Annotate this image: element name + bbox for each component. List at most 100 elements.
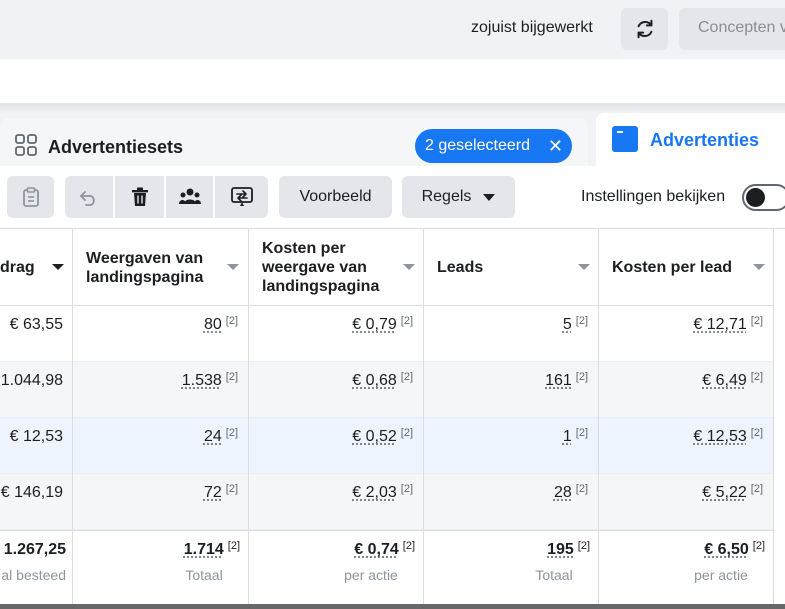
totals-row: 1.267,25 al besteed 1.714 [2] Totaal € 0,74 [2… [0,530,785,605]
column-divider [248,229,249,605]
footnote-marker: [2] [225,483,238,495]
data-table: € 63,55 80 [2] € 0,79 [2] 5 [2] € 12,71 [2] 1.044… [0,228,785,605]
selected-count-pill[interactable]: 2 geselecteerd ✕ [415,129,572,163]
ads-icon [612,126,638,152]
footnote-marker: [2] [575,315,588,327]
cell-cost-per-view[interactable]: € 0,79 [2] [352,315,413,334]
total-cost-per-lead[interactable]: € 6,50 [2] [704,540,765,559]
footnote-marker: [2] [577,540,590,552]
sort-caret-icon[interactable] [578,264,590,270]
cell-cost-per-view-value: € 2,03 [352,484,397,501]
toolbar: Voorbeeld Regels Instellingen bekijken [0,166,785,228]
cell-cost-per-view[interactable]: € 0,68 [2] [352,371,413,390]
refresh-button[interactable] [621,8,668,50]
cell-cost-per-view[interactable]: € 0,52 [2] [352,427,413,446]
cell-landing-views-value: 1.538 [181,372,222,389]
cell-leads-value: 5 [562,316,572,333]
selected-count-label: 2 geselecteerd [425,137,530,154]
col-header-cost-per-lead[interactable]: Kosten per lead [612,229,762,306]
col-header-amount[interactable]: drag [0,229,72,306]
cell-leads[interactable]: 5 [2] [563,315,588,334]
divider [0,103,785,113]
column-divider [598,229,599,605]
table-row[interactable]: € 12,53 24 [2] € 0,52 [2] 1 [2] € 12,53 [2] [0,418,785,474]
cell-landing-views[interactable]: 24 [2] [204,427,238,446]
total-amount: 1.267,25 [3,541,66,558]
total-leads-value: 195 [547,541,574,558]
duplicate-button[interactable] [7,176,54,218]
bottom-scrollbar[interactable] [0,604,785,609]
total-cost-per-view[interactable]: € 0,74 [2] [354,540,415,559]
footnote-marker: [2] [575,427,588,439]
footnote-marker: [2] [400,371,413,383]
footnote-marker: [2] [575,371,588,383]
cell-cost-per-lead-value: € 6,49 [702,372,747,389]
total-cost-per-lead-caption: per actie [694,567,748,583]
cell-landing-views-value: 72 [203,484,222,501]
cell-cost-per-lead[interactable]: € 6,49 [2] [702,371,763,390]
undo-button[interactable] [65,176,113,218]
cell-landing-views[interactable]: 80 [2] [204,315,238,334]
grid-icon [15,134,37,156]
cell-cost-per-lead[interactable]: € 12,71 [2] [693,315,763,334]
table-row[interactable]: € 146,19 72 [2] € 2,03 [2] 28 [2] € 5,22 [2] [0,474,785,530]
main-panel: Voorbeeld Regels Instellingen bekijken €… [0,166,785,605]
col-header-cost-per-view-label: Kosten per weergave van landingspagina [262,240,380,295]
footnote-marker: [2] [750,427,763,439]
tab-adsets[interactable]: Advertentiesets 2 geselecteerd ✕ [0,118,588,166]
cell-landing-views[interactable]: 1.538 [2] [182,371,238,390]
settings-toggle[interactable] [742,184,785,211]
cell-cost-per-view-value: € 0,68 [352,372,397,389]
sort-caret-icon[interactable] [403,264,415,270]
total-leads[interactable]: 195 [2] [547,540,590,559]
sort-caret-icon[interactable] [52,264,64,270]
cell-leads[interactable]: 1 [2] [563,427,588,446]
total-cost-per-view-value: € 0,74 [354,541,399,558]
drafts-button[interactable]: Concepten v [679,8,785,50]
preview-button[interactable]: Voorbeeld [279,176,392,218]
cell-leads[interactable]: 28 [2] [554,483,588,502]
undo-icon [80,191,95,206]
table-row[interactable]: 1.044,98 1.538 [2] € 0,68 [2] 161 [2] € 6,49 [2] [0,362,785,418]
col-header-cost-per-view[interactable]: Kosten per weergave van landingspagina [262,229,392,306]
top-bar: zojuist bijgewerkt Concepten v [0,0,785,59]
rules-dropdown[interactable]: Regels [402,176,515,218]
total-landing-views-value: 1.714 [183,541,224,558]
col-header-landing-views[interactable]: Weergaven van landingspagina [86,229,226,306]
cell-amount: € 63,55 [9,316,63,333]
level-tabs: Advertentiesets 2 geselecteerd ✕ Adverte… [0,113,785,166]
cell-amount: 1.044,98 [0,372,63,389]
sort-caret-icon[interactable] [227,264,239,270]
tab-adsets-label: Advertentiesets [48,137,184,157]
audience-button[interactable] [166,176,213,218]
close-icon[interactable]: ✕ [548,136,563,157]
tab-ads[interactable]: Advertenties [596,113,785,166]
cell-cost-per-view[interactable]: € 2,03 [2] [352,483,413,502]
cell-leads[interactable]: 161 [2] [545,371,588,390]
ab-test-button[interactable] [215,176,268,218]
sort-caret-icon[interactable] [753,264,765,270]
tab-ads-label: Advertenties [650,130,760,150]
cell-landing-views-value: 24 [203,428,222,445]
cell-cost-per-lead[interactable]: € 12,53 [2] [693,427,763,446]
total-amount-caption: al besteed [1,567,66,583]
cell-amount: € 146,19 [0,484,63,501]
cell-landing-views[interactable]: 72 [2] [204,483,238,502]
footnote-marker: [2] [752,540,765,552]
col-header-leads-label: Leads [437,259,484,276]
footnote-marker: [2] [225,315,238,327]
cell-cost-per-lead-value: € 5,22 [702,484,747,501]
cell-landing-views-value: 80 [203,316,222,333]
footnote-marker: [2] [400,483,413,495]
toggle-knob [746,188,765,207]
footnote-marker: [2] [400,315,413,327]
cell-leads-value: 28 [553,484,572,501]
total-landing-views[interactable]: 1.714 [2] [184,540,240,559]
column-divider [423,229,424,605]
col-header-leads[interactable]: Leads [437,229,567,306]
cell-cost-per-lead[interactable]: € 5,22 [2] [702,483,763,502]
cell-cost-per-lead-value: € 12,53 [693,428,747,445]
table-row[interactable]: € 63,55 80 [2] € 0,79 [2] 5 [2] € 12,71 [2] [0,306,785,362]
delete-button[interactable] [115,176,164,218]
col-header-cost-per-lead-label: Kosten per lead [612,259,733,276]
